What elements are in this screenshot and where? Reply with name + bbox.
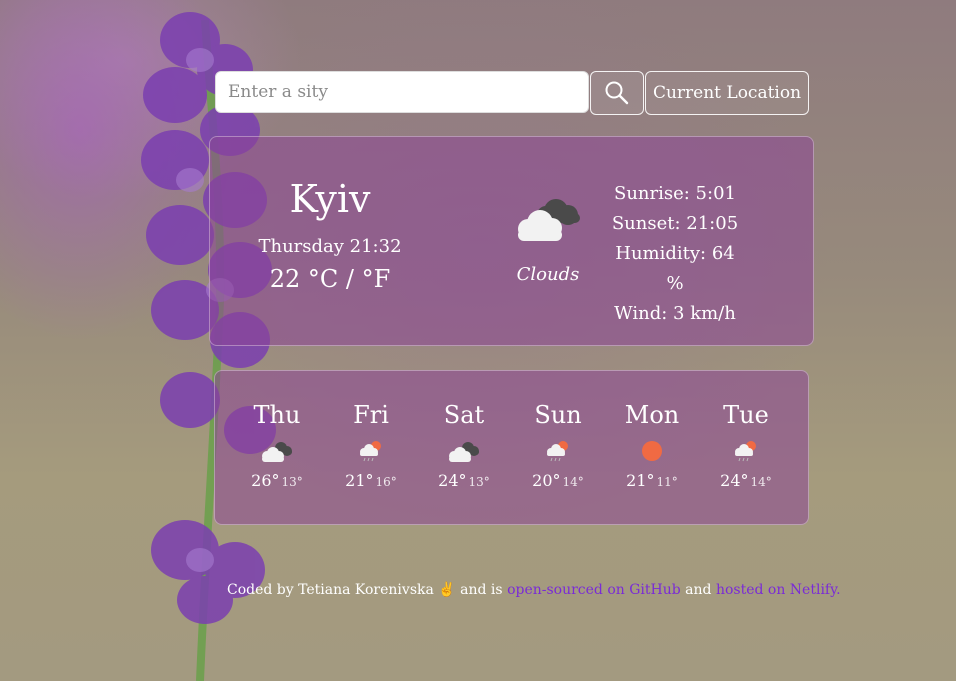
temperature-value: 22 xyxy=(269,265,301,293)
forecast-max-temp: 20° xyxy=(532,471,561,490)
city-search-input[interactable] xyxy=(215,71,589,113)
search-form: Current Location xyxy=(215,71,809,115)
unit-separator: / xyxy=(345,265,354,293)
broken-clouds-icon xyxy=(232,439,322,463)
forecast-day-name: Sat xyxy=(443,401,485,429)
forecast-min-temp: 14° xyxy=(562,475,584,489)
sunrise-text: Sunrise: 5:01 xyxy=(614,183,736,204)
forecast-max-temp: 24° xyxy=(438,471,467,490)
forecast-min-temp: 14° xyxy=(750,475,772,489)
forecast-day-name: Mon xyxy=(624,401,680,429)
rain-sun-icon xyxy=(701,439,791,463)
forecast-max-temp: 21° xyxy=(626,471,655,490)
forecast-max-temp: 26° xyxy=(251,471,280,490)
sunset-text: Sunset: 21:05 xyxy=(611,213,739,234)
wind-text: Wind: 3 km/h xyxy=(614,303,736,324)
city-name: Kyiv xyxy=(289,177,371,221)
forecast-min-temp: 16° xyxy=(375,475,397,489)
rain-sun-icon xyxy=(326,439,416,463)
fahrenheit-link[interactable]: °F xyxy=(362,265,391,293)
forecast-day: Tue 24° 14° xyxy=(701,401,791,490)
forecast-day-name: Thu xyxy=(253,401,301,429)
current-temperature: 22 °C / °F xyxy=(210,265,450,293)
forecast-day: Thu 26° 13° xyxy=(232,401,322,490)
forecast-min-temp: 13° xyxy=(468,475,490,489)
forecast-card: Thu 26°13° Fri 21°16° Sat 24°13° Sun xyxy=(214,370,809,525)
humidity-text: Humidity: 64 % xyxy=(615,243,735,294)
forecast-day: Sat 24° 13° xyxy=(419,401,509,490)
current-location-button[interactable]: Current Location xyxy=(645,71,809,115)
current-weather-card: Kyiv Thursday 21:32 22 °C / °F Clouds Su… xyxy=(209,136,814,346)
current-datetime: Thursday 21:32 xyxy=(258,236,402,257)
forecast-max-temp: 21° xyxy=(345,471,374,490)
forecast-day: Fri 21° 16° xyxy=(326,401,416,490)
broken-clouds-icon xyxy=(419,439,509,463)
netlify-link[interactable]: hosted on Netlify. xyxy=(716,582,841,598)
forecast-day: Sun 20° 14° xyxy=(513,401,603,490)
footer-credit-text: Coded by Tetiana Korenivska ✌ and is xyxy=(227,582,508,598)
forecast-max-temp: 24° xyxy=(720,471,749,490)
forecast-day-name: Tue xyxy=(723,401,769,429)
footer-middle-text: and xyxy=(680,582,716,598)
forecast-min-temp: 11° xyxy=(656,475,678,489)
search-button[interactable] xyxy=(590,71,644,115)
sun-icon xyxy=(607,439,697,463)
search-icon xyxy=(605,81,629,105)
condition-description: Clouds xyxy=(516,264,580,285)
weather-details: Sunrise: 5:01 Sunset: 21:05 Humidity: 64… xyxy=(605,179,745,329)
forecast-day-name: Sun xyxy=(534,401,582,429)
forecast-min-temp: 13° xyxy=(281,475,303,489)
github-link[interactable]: open-sourced on GitHub xyxy=(507,582,681,598)
footer: Coded by Tetiana Korenivska ✌ and is ope… xyxy=(227,582,841,598)
clouds-icon xyxy=(518,199,580,241)
rain-sun-icon xyxy=(513,439,603,463)
forecast-day-name: Fri xyxy=(353,401,389,429)
celsius-link[interactable]: °C xyxy=(308,265,338,293)
forecast-day: Mon 21° 11° xyxy=(607,401,697,490)
